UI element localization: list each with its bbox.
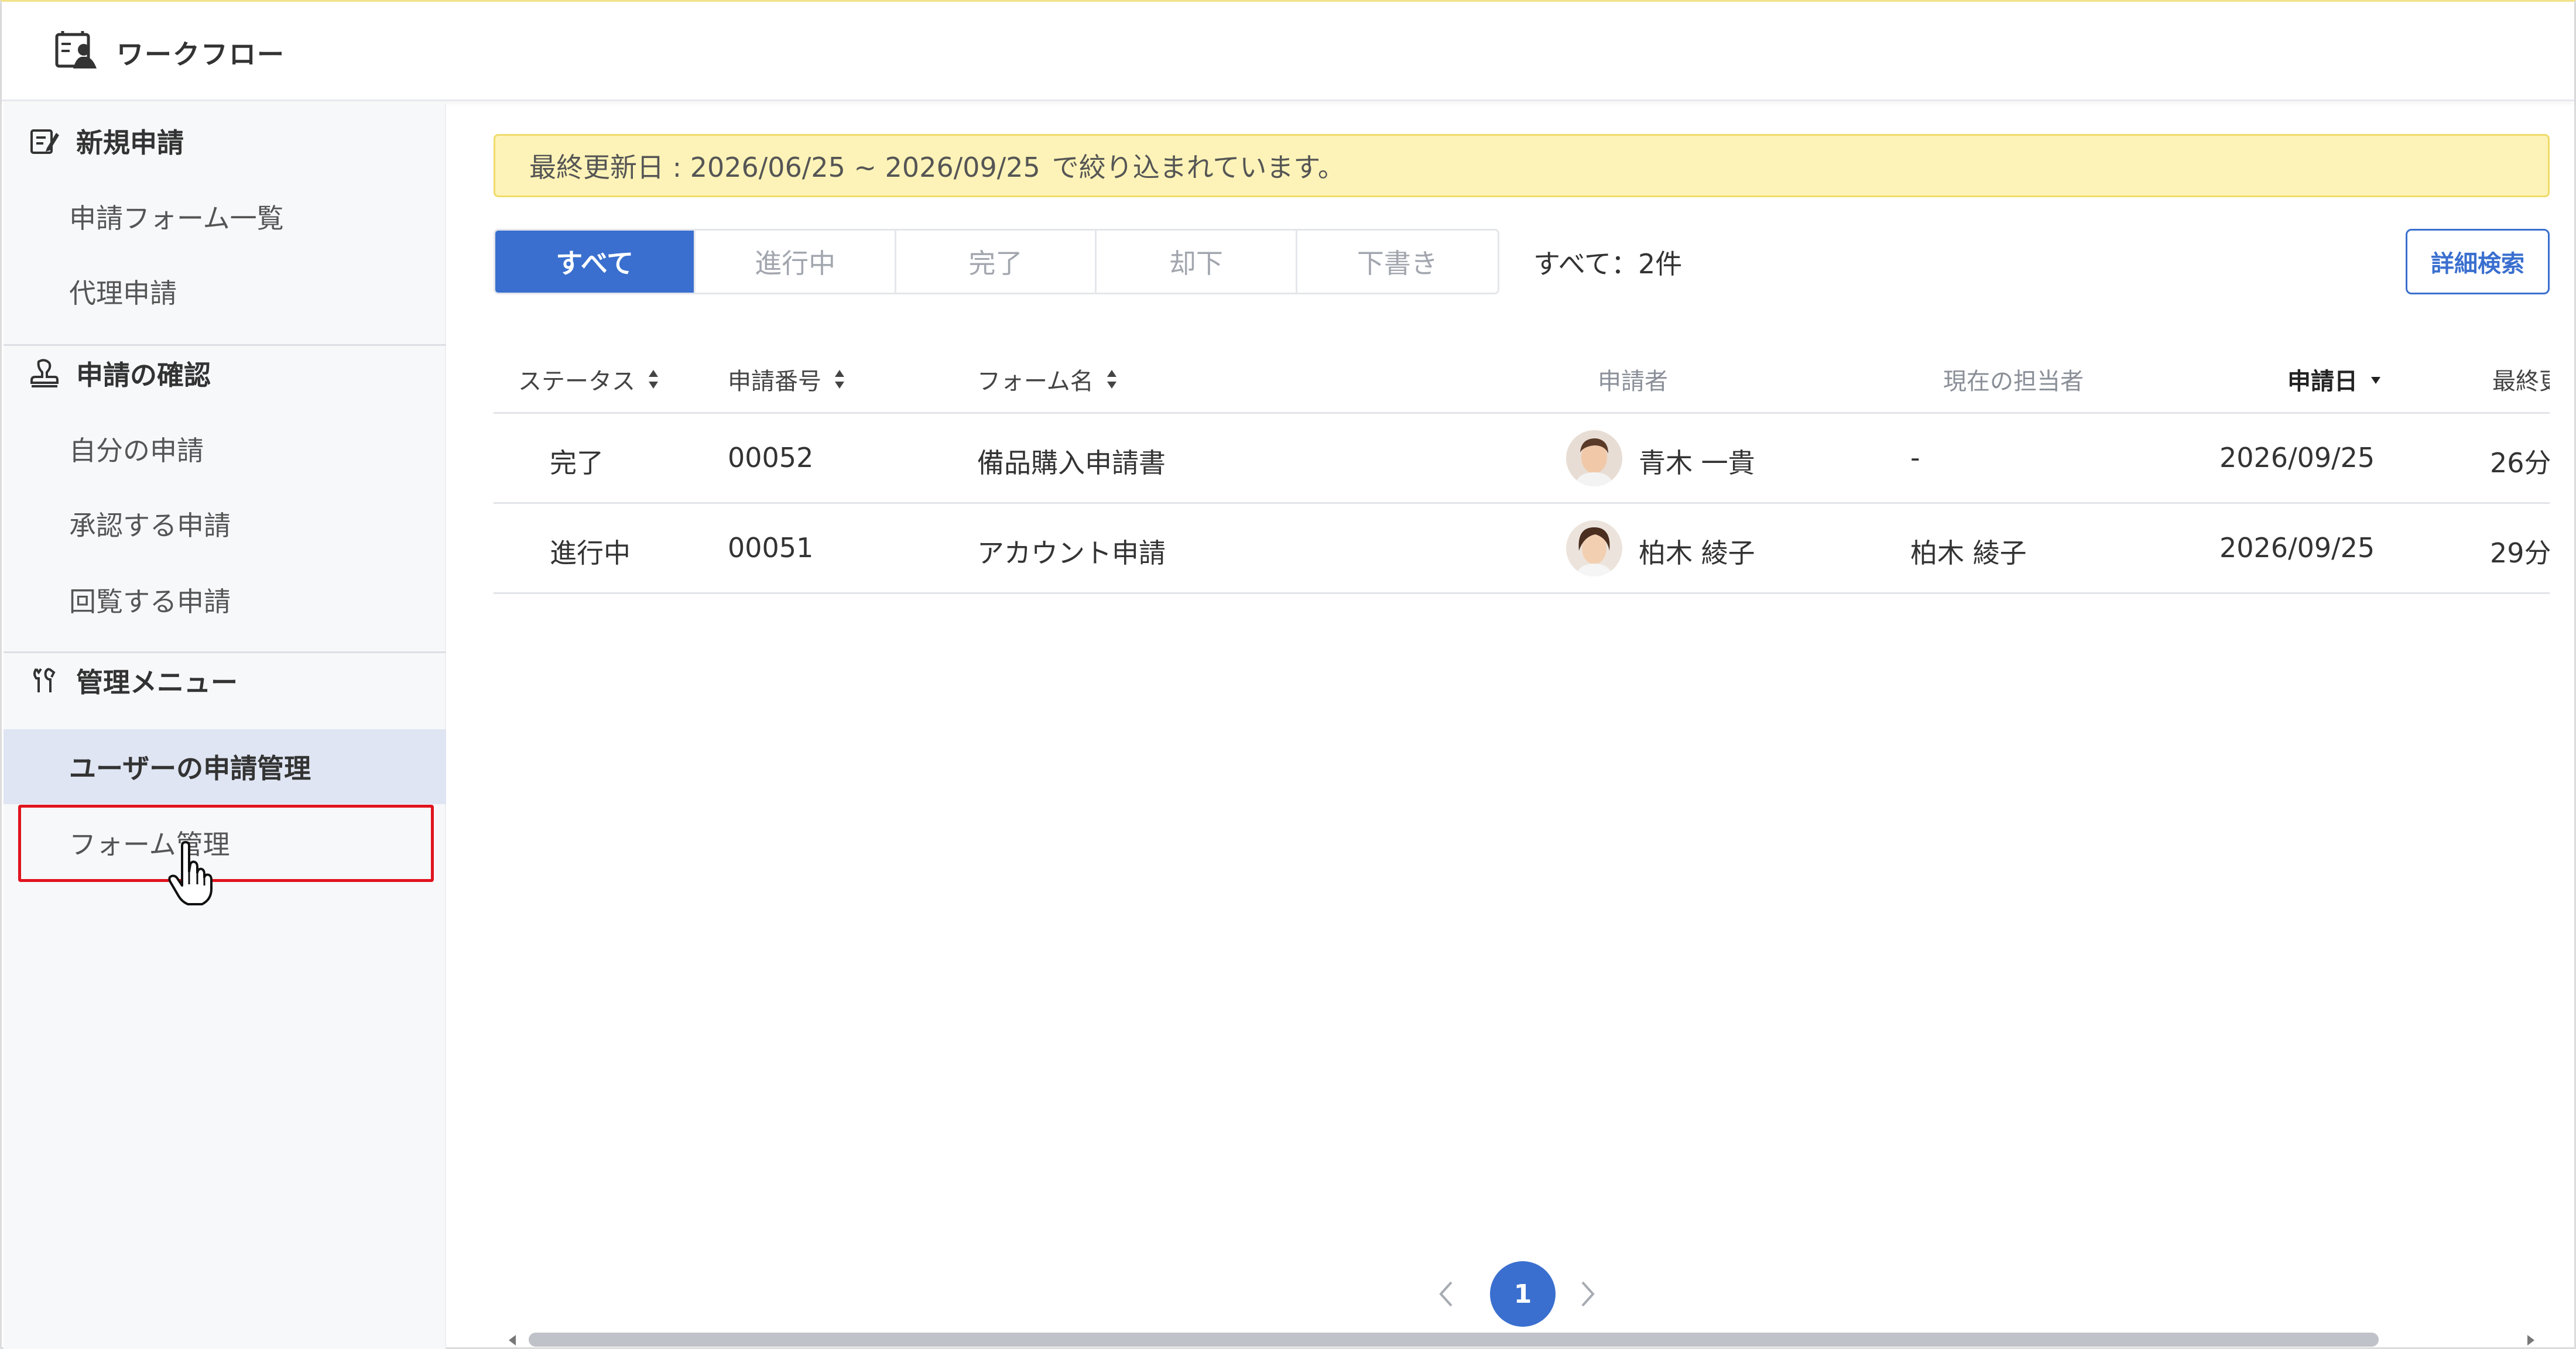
scroll-left-icon[interactable] xyxy=(506,1334,519,1347)
cell-last-updated: 26分前 xyxy=(2490,447,2550,479)
tab-completed[interactable]: 完了 xyxy=(896,231,1097,293)
cell-applicant: 青木 一貴 xyxy=(1639,447,1755,479)
sort-icon xyxy=(1107,370,1116,389)
column-label: 最終更 xyxy=(2492,368,2550,395)
edit-icon xyxy=(30,129,59,154)
cell-number: 00051 xyxy=(728,532,814,564)
scrollbar-thumb[interactable] xyxy=(529,1333,2379,1347)
filter-notice-suffix: で絞り込まれています。 xyxy=(1051,152,1345,183)
sidebar-item-approve[interactable]: 承認する申請 xyxy=(4,486,446,561)
detail-search-button[interactable]: 詳細検索 xyxy=(2406,229,2550,294)
app-header: ワークフロー xyxy=(2,2,2574,101)
column-form-name[interactable]: フォーム名 xyxy=(977,362,1118,396)
avatar xyxy=(1566,520,1622,576)
app-title: ワークフロー xyxy=(117,39,285,70)
tab-draft[interactable]: 下書き xyxy=(1297,231,1498,293)
column-label: ステータス xyxy=(518,368,635,395)
tools-icon xyxy=(33,668,56,692)
column-assignee: 現在の担当者 xyxy=(1943,362,2084,396)
horizontal-scrollbar[interactable] xyxy=(494,1331,2550,1348)
sort-desc-icon xyxy=(2371,377,2380,384)
hand-cursor-icon xyxy=(168,841,213,905)
sidebar-item-user-application-management[interactable]: ユーザーの申請管理 xyxy=(4,729,446,804)
chevron-left-icon[interactable] xyxy=(1435,1279,1458,1309)
app-window: ワークフロー 新規申請 申請フォーム一覧 代理申請 申請の確認 自分の申請 承認… xyxy=(0,0,2576,1349)
cell-status: 進行中 xyxy=(550,537,631,569)
cell-number: 00052 xyxy=(728,442,814,473)
highlight-box xyxy=(18,805,434,882)
table-row[interactable]: 進行中 00051 アカウント申請 柏木 綾子 柏木 綾子 2026/09/25… xyxy=(494,504,2550,594)
sidebar-item-circulate[interactable]: 回覧する申請 xyxy=(4,562,446,637)
sort-icon xyxy=(649,370,658,389)
application-table: ステータス 申請番号 フォーム名 申請者 現在の担当者 申請日 最終 完了 00… xyxy=(494,341,2550,594)
column-label: 申請番号 xyxy=(728,368,821,395)
sidebar-item-label: 承認する申請 xyxy=(69,510,231,541)
scroll-right-icon[interactable] xyxy=(2524,1334,2537,1347)
table-row[interactable]: 完了 00052 備品購入申請書 青木 一貴 - 2026/09/25 26分前 xyxy=(494,414,2550,504)
cell-last-clip: 26分前 xyxy=(2484,414,2550,502)
cell-last-updated: 29分前 xyxy=(2490,537,2550,569)
result-count: すべて：2件 xyxy=(1533,248,1683,280)
cell-applicant: 柏木 綾子 xyxy=(1639,537,1755,569)
sidebar-item-proxy-application[interactable]: 代理申請 xyxy=(4,254,446,329)
tab-rejected[interactable]: 却下 xyxy=(1097,231,1297,293)
column-label: 申請者 xyxy=(1598,368,1668,395)
workflow-icon xyxy=(55,31,97,68)
sidebar: 新規申請 申請フォーム一覧 代理申請 申請の確認 自分の申請 承認する申請 回覧… xyxy=(4,103,446,1349)
sidebar-section-title: 管理メニュー xyxy=(76,667,238,698)
table-header: ステータス 申請番号 フォーム名 申請者 現在の担当者 申請日 最終 xyxy=(494,341,2550,414)
sidebar-section-title: 申請の確認 xyxy=(76,359,211,391)
avatar-male-icon xyxy=(1566,430,1622,486)
sidebar-item-label: 回覧する申請 xyxy=(69,586,231,617)
sidebar-item-form-list[interactable]: 申請フォーム一覧 xyxy=(4,179,446,254)
cell-date: 2026/09/25 xyxy=(2219,442,2375,473)
column-status[interactable]: ステータス xyxy=(518,362,660,396)
column-number[interactable]: 申請番号 xyxy=(728,362,846,396)
column-label: フォーム名 xyxy=(977,368,1094,395)
stamp-icon xyxy=(30,359,59,387)
sidebar-item-label: ユーザーの申請管理 xyxy=(69,753,311,784)
sidebar-item-label: 自分の申請 xyxy=(69,435,204,466)
column-label: 申請日 xyxy=(2287,368,2358,395)
column-label: 現在の担当者 xyxy=(1943,368,2084,395)
pagination: 1 xyxy=(1430,1258,1618,1328)
cell-last-clip: 29分前 xyxy=(2484,504,2550,592)
sidebar-section-title: 新規申請 xyxy=(76,127,184,159)
sidebar-item-my-applications[interactable]: 自分の申請 xyxy=(4,411,446,486)
cell-assignee: 柏木 綾子 xyxy=(1910,537,2027,569)
avatar-female-icon xyxy=(1566,520,1622,576)
filter-notice: 最終更新日 : 2026/06/25 ~ 2026/09/25 で絞り込まれてい… xyxy=(494,134,2550,197)
status-tabs: すべて 進行中 完了 却下 下書き xyxy=(494,229,1499,294)
sidebar-item-label: 申請フォーム一覧 xyxy=(69,202,284,234)
sidebar-section-admin: 管理メニュー xyxy=(4,643,446,719)
column-date[interactable]: 申請日 xyxy=(2287,362,2382,396)
tab-all[interactable]: すべて xyxy=(495,231,696,293)
chevron-right-icon[interactable] xyxy=(1575,1279,1599,1309)
cell-form-name: アカウント申請 xyxy=(977,537,1166,569)
sidebar-section-confirm: 申請の確認 xyxy=(4,335,446,411)
avatar xyxy=(1566,430,1622,486)
cell-form-name: 備品購入申請書 xyxy=(977,447,1166,479)
cell-date: 2026/09/25 xyxy=(2219,532,2375,564)
filter-notice-range: 最終更新日 : 2026/06/25 ~ 2026/09/25 xyxy=(529,152,1040,183)
page-current[interactable]: 1 xyxy=(1490,1261,1556,1327)
column-last-updated: 最終更 xyxy=(2492,362,2550,396)
tab-in-progress[interactable]: 進行中 xyxy=(696,231,896,293)
column-applicant: 申請者 xyxy=(1598,362,1668,396)
column-last-clip: 最終更 xyxy=(2484,341,2550,412)
sidebar-item-label: 代理申請 xyxy=(69,277,177,309)
cell-assignee: - xyxy=(1910,442,1920,473)
cell-status: 完了 xyxy=(550,447,604,479)
sort-icon xyxy=(835,370,844,389)
sidebar-section-new-application: 新規申請 xyxy=(4,103,446,179)
